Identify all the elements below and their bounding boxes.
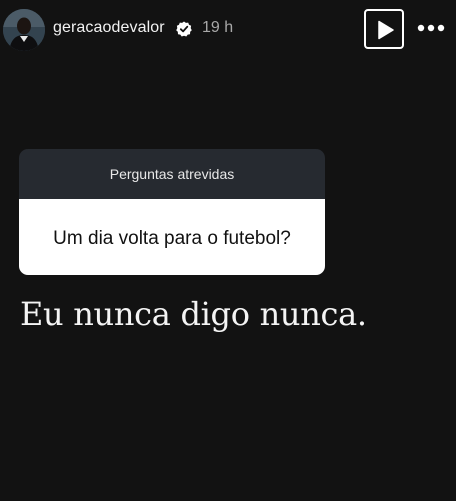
story-view: geracaodevalor 19 h Perguntas atrevidas … xyxy=(0,0,456,501)
question-sticker-title: Perguntas atrevidas xyxy=(19,149,325,199)
play-button[interactable] xyxy=(364,9,404,49)
username[interactable]: geracaodevalor xyxy=(53,19,165,37)
more-options-button[interactable] xyxy=(416,20,446,36)
post-time: 19 h xyxy=(202,19,234,36)
question-text: Um dia volta para o futebol? xyxy=(19,199,325,275)
story-header: geracaodevalor 19 h xyxy=(0,0,456,58)
question-sticker[interactable]: Perguntas atrevidas Um dia volta para o … xyxy=(19,149,325,275)
answer-text: Eu nunca digo nunca. xyxy=(20,295,367,333)
avatar-image xyxy=(3,9,45,51)
play-icon xyxy=(378,20,394,40)
verified-badge-icon xyxy=(176,21,192,37)
more-horizontal-icon xyxy=(417,24,445,32)
avatar[interactable] xyxy=(3,9,45,51)
